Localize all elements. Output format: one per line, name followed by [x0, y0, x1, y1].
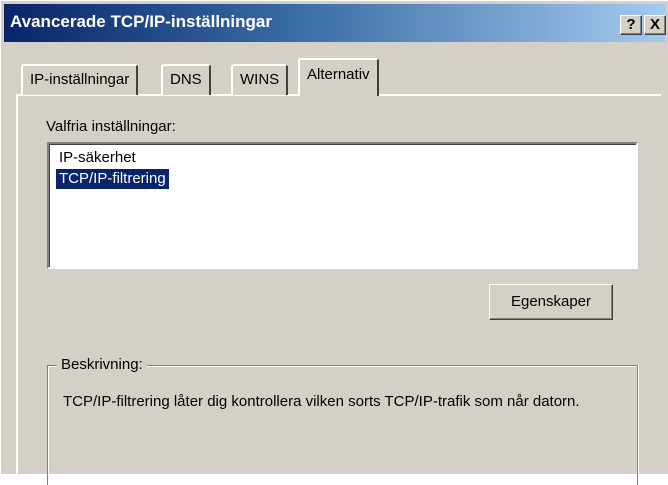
- close-button[interactable]: X: [644, 15, 666, 35]
- tab-wins[interactable]: WINS: [231, 64, 289, 95]
- properties-button[interactable]: Egenskaper: [489, 284, 613, 320]
- tab-alternativ[interactable]: Alternativ: [298, 58, 379, 96]
- tab-ip-settings[interactable]: IP-inställningar: [21, 64, 139, 95]
- description-groupbox: [47, 365, 638, 485]
- list-item-ip-security[interactable]: IP-säkerhet: [56, 148, 139, 168]
- tab-dns[interactable]: DNS: [161, 64, 211, 95]
- dialog-window: Avancerade TCP/IP-inställningar ? X IP-i…: [0, 0, 668, 485]
- help-button[interactable]: ?: [620, 15, 642, 35]
- optional-settings-label: Valfria inställningar:: [46, 118, 176, 135]
- title-bar[interactable]: Avancerade TCP/IP-inställningar ? X: [4, 4, 666, 42]
- description-legend: Beskrivning:: [57, 356, 147, 373]
- window-title: Avancerade TCP/IP-inställningar: [10, 12, 272, 31]
- description-text: TCP/IP-filtrering låter dig kontrollera …: [63, 393, 580, 410]
- list-item-tcpip-filtering[interactable]: TCP/IP-filtrering: [56, 169, 169, 189]
- optional-settings-listbox[interactable]: IP-säkerhet TCP/IP-filtrering: [47, 142, 638, 269]
